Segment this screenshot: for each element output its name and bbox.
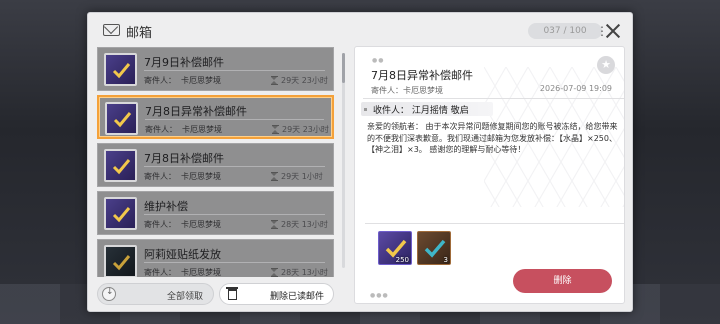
- mail-time-left: 28天 13小时: [281, 220, 328, 229]
- mail-sender: 卡厄思梦境: [181, 220, 221, 229]
- sender-label: 寄件人：: [144, 172, 176, 181]
- mail-sender: 卡厄思梦境: [181, 76, 221, 85]
- delete-read-button[interactable]: 删除已读邮件: [219, 283, 334, 305]
- hourglass-icon: [271, 268, 278, 277]
- mail-time-left: 29天 23小时: [281, 76, 328, 85]
- mail-title: 维护补偿: [144, 200, 188, 213]
- mailbox-header: 邮箱 037 / 100 ⋮: [88, 13, 632, 49]
- sender-label: 寄件人：: [144, 268, 176, 277]
- mail-item[interactable]: 阿莉娅贴纸发放 寄件人： 卡厄思梦境 28天 13小时: [97, 239, 334, 277]
- mail-time-left: 29天 1小时: [281, 172, 323, 181]
- mail-sender: 卡厄思梦境: [181, 268, 221, 277]
- mail-sender: 卡厄思梦境: [182, 125, 222, 134]
- divider: [144, 70, 325, 71]
- mail-detail-panel: ●● 7月8日异常补偿邮件 寄件人：卡厄思梦境 2026-07-09 19:09…: [354, 46, 625, 304]
- hourglass-icon: [271, 172, 278, 181]
- attachment-tears-of-god[interactable]: 3: [417, 231, 451, 265]
- divider: [365, 223, 624, 224]
- hourglass-icon: [271, 76, 278, 85]
- download-icon: [102, 287, 116, 301]
- delete-button[interactable]: 删除: [513, 269, 612, 293]
- claim-all-button[interactable]: 全部领取: [97, 283, 214, 305]
- trash-icon: [226, 287, 238, 300]
- divider: [144, 262, 325, 263]
- sender-label: 寄件人：: [144, 220, 176, 229]
- mail-count: 037 / 100: [528, 23, 602, 39]
- attachment-crystal[interactable]: 250: [378, 231, 412, 265]
- mail-sender: 卡厄思梦境: [181, 172, 221, 181]
- attachment-quantity: 250: [395, 256, 409, 264]
- more-icon[interactable]: ⋮: [596, 22, 608, 40]
- scroll-thumb[interactable]: [342, 53, 345, 83]
- divider: [144, 214, 325, 215]
- mail-title: 7月9日补偿邮件: [144, 56, 224, 69]
- detail-title: 7月8日异常补偿邮件: [371, 69, 473, 82]
- mail-icon: [103, 24, 120, 36]
- mail-time-left: 29天 23小时: [282, 125, 329, 134]
- mail-item[interactable]: 维护补偿 寄件人： 卡厄思梦境 28天 13小时: [97, 191, 334, 235]
- detail-sender-name: 卡厄思梦境: [403, 86, 443, 95]
- mail-item-selected[interactable]: 7月8日异常补偿邮件 寄件人： 卡厄思梦境 29天 23小时: [97, 95, 334, 139]
- detail-sender: 寄件人：卡厄思梦境: [371, 85, 443, 96]
- delete-read-label: 删除已读邮件: [269, 292, 324, 302]
- mail-body: 亲爱的领航者： 由于本次异常问题修复期间您的账号被冻结，给您带来的不便我们深表歉…: [367, 122, 618, 154]
- decorative-dots: ●●●: [370, 292, 389, 299]
- mailbox-window: 邮箱 037 / 100 ⋮ 7月9日补偿邮件 寄件人： 卡厄思梦境 29天 2…: [87, 12, 633, 312]
- mail-list-scrollbar[interactable]: [342, 53, 345, 268]
- recipient-text: 收件人： 江月摇情 敬启: [373, 106, 469, 116]
- detail-sender-label: 寄件人：: [371, 86, 403, 95]
- claim-all-label: 全部领取: [166, 292, 203, 302]
- hourglass-icon: [272, 125, 279, 134]
- mail-item[interactable]: 7月9日补偿邮件 寄件人： 卡厄思梦境 29天 23小时: [97, 47, 334, 91]
- mail-title: 7月8日异常补偿邮件: [145, 105, 247, 118]
- divider: [144, 166, 325, 167]
- sender-label: 寄件人：: [144, 76, 176, 85]
- mail-thumbnail: [104, 197, 137, 230]
- mail-thumbnail: [105, 102, 138, 135]
- decorative-dots: ●●: [372, 57, 385, 64]
- mail-title: 阿莉娅贴纸发放: [144, 248, 221, 261]
- detail-date: 2026-07-09 19:09: [539, 84, 612, 93]
- mail-thumbnail: [104, 149, 137, 182]
- mail-item[interactable]: 7月8日补偿邮件 寄件人： 卡厄思梦境 29天 1小时: [97, 143, 334, 187]
- sender-label: 寄件人：: [145, 125, 177, 134]
- divider: [363, 98, 624, 99]
- mail-thumbnail: [104, 53, 137, 86]
- recipient-bar: 收件人： 江月摇情 敬启: [361, 102, 493, 116]
- mail-thumbnail: [104, 245, 137, 277]
- close-icon[interactable]: [604, 22, 622, 40]
- mail-list: 7月9日补偿邮件 寄件人： 卡厄思梦境 29天 23小时 7月8日异常补偿邮件 …: [97, 47, 334, 277]
- hourglass-icon: [271, 220, 278, 229]
- window-title: 邮箱: [126, 26, 153, 41]
- divider: [145, 119, 324, 120]
- mail-title: 7月8日补偿邮件: [144, 152, 224, 165]
- attachment-quantity: 3: [443, 256, 448, 264]
- star-icon[interactable]: ★: [597, 56, 615, 74]
- mail-time-left: 28天 13小时: [281, 268, 328, 277]
